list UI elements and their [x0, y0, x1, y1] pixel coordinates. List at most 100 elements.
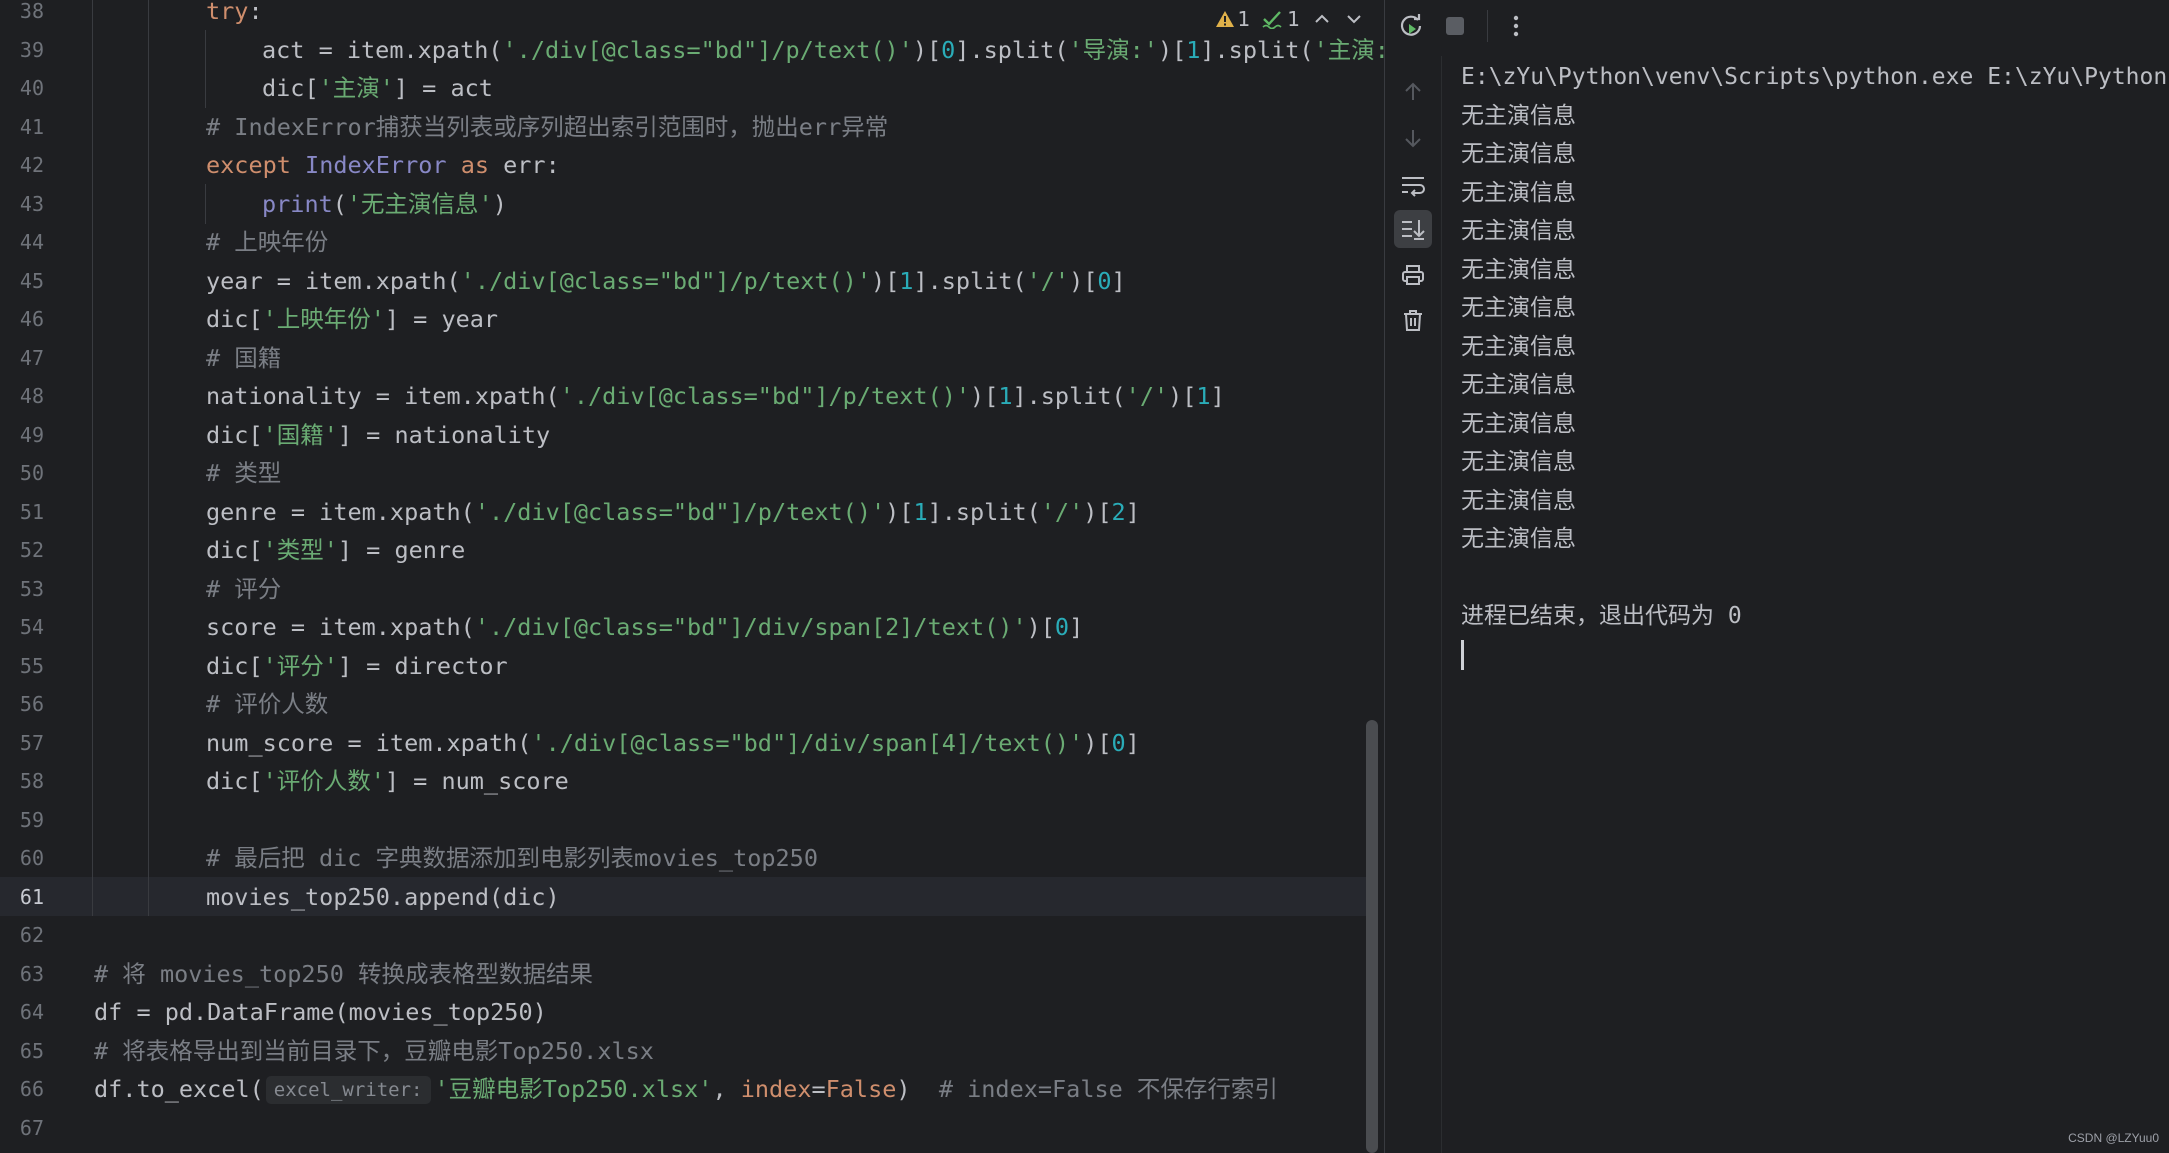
line-number: 48 — [19, 384, 44, 408]
code-line-48: nationality = item.xpath('./div[@class="… — [206, 382, 1225, 410]
code-line-66: df.to_excel(excel_writer: '豆瓣电影Top250.xls… — [94, 1075, 1278, 1104]
code-line-51: genre = item.xpath('./div[@class="bd"]/p… — [206, 497, 1140, 526]
stop-button[interactable] — [1436, 7, 1474, 45]
more-options-button[interactable] — [1497, 7, 1535, 45]
code-editor[interactable]: 38 39 40 41 42 43 44 45 46 47 48 49 50 5… — [0, 0, 1384, 1153]
line-number: 57 — [19, 730, 44, 755]
typos-indicator[interactable]: 1 — [1262, 7, 1300, 31]
run-toolbar — [1385, 0, 2169, 52]
code-line-40: dic['主演'] = act — [262, 74, 493, 102]
up-stack-button[interactable] — [1394, 73, 1432, 111]
indent-guide — [205, 184, 206, 224]
chevron-up-icon[interactable] — [1312, 9, 1332, 29]
arrow-up-icon — [1405, 82, 1421, 100]
warnings-indicator[interactable]: 1 — [1215, 7, 1251, 31]
console-output[interactable]: E:\zYu\Python\venv\Scripts\python.exe E:… — [1461, 58, 2169, 1153]
line-number: 43 — [19, 191, 44, 216]
parameter-hint: excel_writer: — [265, 1076, 431, 1104]
code-line-63: # 将 movies_top250 转换成表格型数据结果 — [94, 959, 594, 988]
line-number: 49 — [19, 422, 44, 447]
code-line-56: # 评价人数 — [206, 690, 329, 718]
run-tool-window: E:\zYu\Python\venv\Scripts\python.exe E:… — [1384, 0, 2169, 1153]
code-line-60: # 最后把 dic 字典数据添加到电影列表movies_top250 — [206, 844, 818, 872]
line-number: 56 — [19, 692, 44, 716]
arrow-down-icon — [1405, 130, 1421, 148]
line-number: 63 — [19, 961, 44, 986]
line-number: 51 — [19, 499, 44, 524]
down-stack-button[interactable] — [1394, 119, 1432, 157]
console-output-line: 无主演信息 — [1461, 295, 1576, 321]
console-output-line: 无主演信息 — [1461, 333, 1576, 360]
console-output-line: 无主演信息 — [1461, 256, 1576, 283]
code-line-46: dic['上映年份'] = year — [206, 305, 499, 333]
console-command-line: E:\zYu\Python\venv\Scripts\python.exe E:… — [1461, 64, 2168, 90]
print-button[interactable] — [1394, 256, 1432, 294]
soft-wrap-icon — [1402, 177, 1425, 197]
line-number: 46 — [19, 307, 44, 331]
scroll-to-end-button[interactable] — [1394, 210, 1432, 248]
text-caret — [1461, 640, 1464, 670]
code-line-38: try: — [206, 0, 263, 25]
indent-guide — [148, 0, 149, 916]
typos-count: 1 — [1287, 7, 1300, 31]
rerun-button[interactable] — [1392, 7, 1430, 45]
console-output-line: 无主演信息 — [1461, 141, 1576, 167]
code-line-47: # 国籍 — [206, 343, 282, 372]
soft-wrap-button[interactable] — [1394, 166, 1432, 204]
more-vertical-icon — [1513, 15, 1519, 37]
trash-icon — [1404, 310, 1422, 331]
console-output-line: 无主演信息 — [1461, 372, 1576, 398]
code-line-39: act = item.xpath('./div[@class="bd"]/p/t… — [262, 35, 1384, 64]
code-line-54: score = item.xpath('./div[@class="bd"]/d… — [206, 613, 1084, 641]
print-icon — [1402, 265, 1424, 285]
code-line-58: dic['评价人数'] = num_score — [206, 767, 569, 795]
indent-guide — [205, 30, 206, 108]
watermark: CSDN @LZYuu0 — [2068, 1131, 2159, 1145]
code-line-53: # 评分 — [206, 574, 282, 603]
line-number: 65 — [19, 1038, 44, 1063]
line-number: 54 — [19, 615, 44, 639]
console-input-line[interactable] — [1461, 636, 2169, 675]
line-number: 62 — [19, 923, 44, 947]
line-number: 66 — [19, 1077, 44, 1101]
console-output-line: 无主演信息 — [1461, 487, 1576, 514]
code-line-45: year = item.xpath('./div[@class="bd"]/p/… — [206, 266, 1126, 295]
scroll-to-end-icon — [1402, 220, 1425, 240]
line-number-current: 61 — [19, 884, 44, 909]
code-line-49: dic['国籍'] = nationality — [206, 420, 551, 449]
code-line-65: # 将表格导出到当前目录下，豆瓣电影Top250.xlsx — [94, 1036, 654, 1065]
typo-check-icon — [1262, 11, 1282, 29]
code-line-44: # 上映年份 — [206, 228, 329, 256]
code-line-50: # 类型 — [206, 459, 282, 487]
warning-icon — [1215, 11, 1234, 27]
line-number: 45 — [19, 268, 44, 293]
console-output-line: 无主演信息 — [1461, 218, 1576, 244]
console-output-line: 无主演信息 — [1461, 449, 1576, 475]
clear-all-button[interactable] — [1394, 301, 1432, 339]
indent-guide — [92, 0, 93, 916]
line-number: 42 — [19, 153, 44, 177]
line-number: 55 — [19, 653, 44, 678]
line-number: 59 — [19, 807, 44, 832]
code-line-61: movies_top250.append(dic) — [206, 882, 560, 911]
code-line-57: num_score = item.xpath('./div[@class="bd… — [206, 728, 1140, 757]
code-line-43: print('无主演信息') — [262, 189, 507, 218]
line-number: 40 — [19, 76, 44, 100]
run-side-toolbar — [1385, 56, 1442, 1153]
line-number: 64 — [19, 1000, 44, 1024]
line-number: 38 — [19, 0, 44, 23]
line-number-gutter: 38 39 40 41 42 43 44 45 46 47 48 49 50 5… — [0, 0, 60, 1153]
code-line-42: except IndexError as err: — [206, 151, 560, 179]
line-number: 52 — [19, 538, 44, 562]
line-number: 47 — [19, 345, 44, 370]
chevron-down-icon[interactable] — [1344, 9, 1364, 29]
console-output-line: 无主演信息 — [1461, 179, 1576, 206]
code-line-52: dic['类型'] = genre — [206, 536, 466, 564]
editor-scrollbar-thumb[interactable] — [1366, 720, 1378, 1153]
warnings-count: 1 — [1237, 7, 1251, 31]
code-line-55: dic['评分'] = director — [206, 651, 508, 680]
console-output-line: 无主演信息 — [1461, 410, 1576, 437]
inspection-widget[interactable]: 1 1 — [1215, 2, 1364, 36]
toolbar-divider — [1487, 10, 1488, 42]
